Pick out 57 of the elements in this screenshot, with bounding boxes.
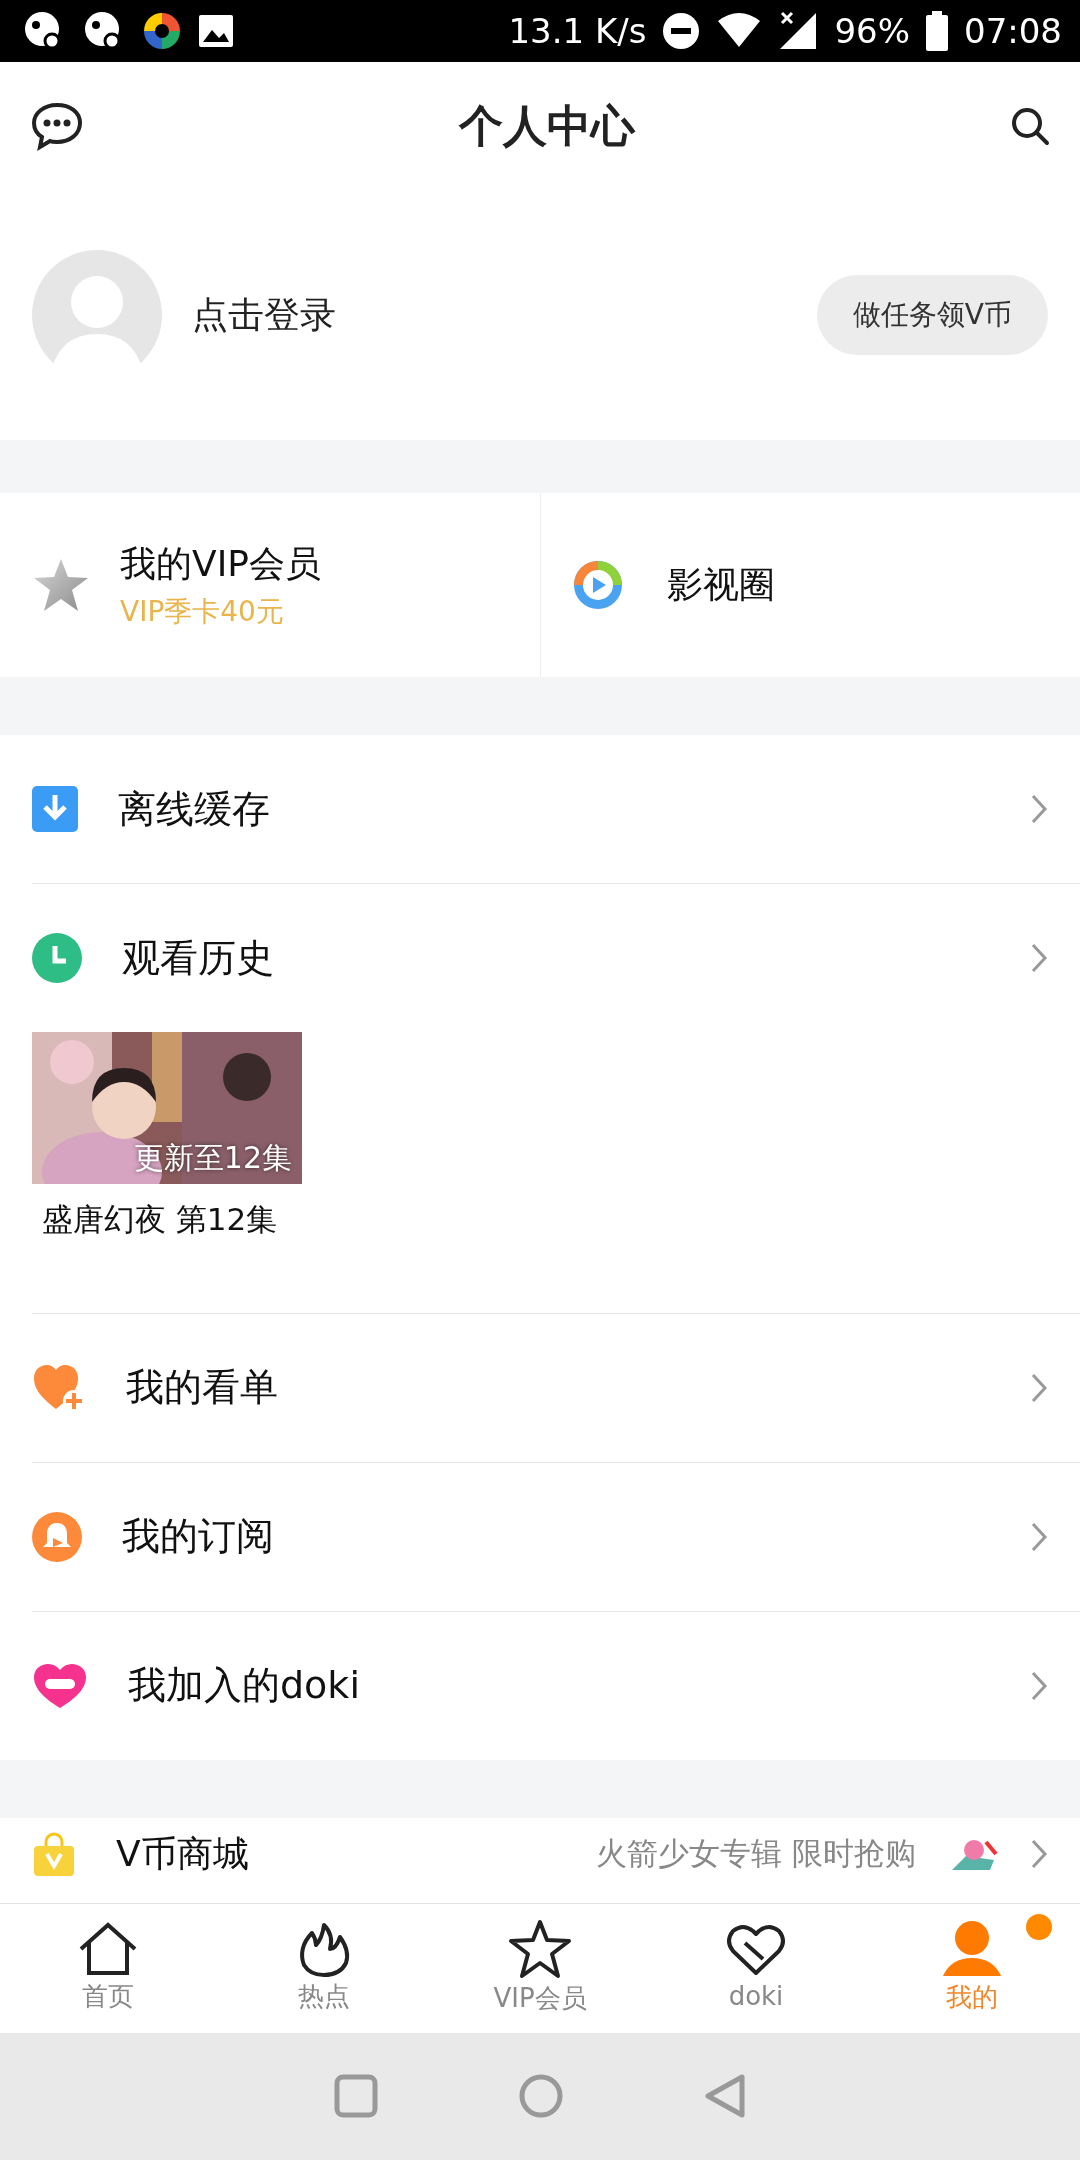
chevron-right-icon <box>1030 942 1048 974</box>
search-icon <box>1010 106 1050 146</box>
tab-item[interactable]: 首页 <box>0 1903 216 2033</box>
menu-row[interactable]: 我的看单 <box>0 1313 1080 1462</box>
home-icon <box>77 1920 139 1977</box>
quick-link-title: 我的VIP会员 <box>120 542 321 586</box>
quick-link-item[interactable]: 影视圈 <box>539 493 1080 677</box>
chevron-right-icon <box>1030 1837 1048 1870</box>
quick-link-title: 影视圈 <box>666 563 775 607</box>
tab-item[interactable]: doki <box>648 1903 864 2033</box>
quick-link-item[interactable]: 我的VIP会员 VIP季卡40元 <box>0 493 540 677</box>
do-not-disturb-icon <box>662 12 701 50</box>
chat-button[interactable] <box>30 101 84 151</box>
recents-button-icon[interactable] <box>334 2074 378 2119</box>
signal-icon <box>778 11 819 51</box>
menu-label: 我的看单 <box>126 1364 278 1411</box>
search-button[interactable] <box>1010 106 1050 146</box>
image-icon <box>198 14 234 48</box>
chevron-right-icon <box>1030 1520 1048 1553</box>
menu-label: 观看历史 <box>122 934 274 982</box>
page-title: 个人中心 <box>459 99 635 153</box>
quick-link-subtitle: VIP季卡40元 <box>120 594 285 630</box>
download-icon <box>32 786 78 832</box>
menu-row[interactable]: 离线缓存 <box>0 735 1080 883</box>
battery-icon <box>926 11 948 51</box>
star-icon <box>32 557 90 613</box>
tab-item[interactable]: VIP会员 <box>432 1903 648 2033</box>
person-icon <box>941 1919 1003 1978</box>
doki-heart-icon <box>32 1661 88 1710</box>
promo-text: 火箭少女专辑 限时抢购 <box>596 1836 916 1871</box>
chevron-right-icon <box>1030 1371 1048 1404</box>
back-button-icon[interactable] <box>704 2073 746 2120</box>
menu-row[interactable]: 我加入的doki <box>0 1611 1080 1760</box>
clock-text: 07:08 <box>964 9 1062 53</box>
home-button-icon[interactable] <box>518 2073 564 2120</box>
task-button[interactable]: 做任务领V币 <box>816 275 1048 355</box>
chat-bubble-icon <box>30 101 84 151</box>
battery-percent-text: 96% <box>834 9 910 53</box>
bell-icon <box>32 1511 82 1562</box>
menu-label: 离线缓存 <box>118 785 270 833</box>
avatar-icon[interactable] <box>32 250 162 380</box>
chevron-right-icon <box>1030 793 1048 825</box>
star-icon <box>507 1918 573 1979</box>
tab-item[interactable]: 热点 <box>216 1903 432 2033</box>
menu-row[interactable]: 我的订阅 <box>0 1462 1080 1611</box>
menu-row[interactable]: 观看历史 <box>0 884 1080 1032</box>
network-speed-text: 13.1 K/s <box>508 9 647 53</box>
history-title: 盛唐幻夜 第12集 <box>41 1200 279 1239</box>
menu-label: 我加入的doki <box>128 1662 360 1709</box>
clock-icon <box>32 933 82 983</box>
login-link[interactable]: 点击登录 <box>192 288 336 342</box>
menu-label: 我的订阅 <box>122 1513 274 1560</box>
shopping-bag-icon <box>32 1831 76 1876</box>
shop-label: V币商城 <box>116 1833 249 1874</box>
play-circle-icon <box>572 560 623 610</box>
chevron-right-icon <box>1030 1669 1048 1702</box>
app-notification-icon <box>142 11 182 51</box>
